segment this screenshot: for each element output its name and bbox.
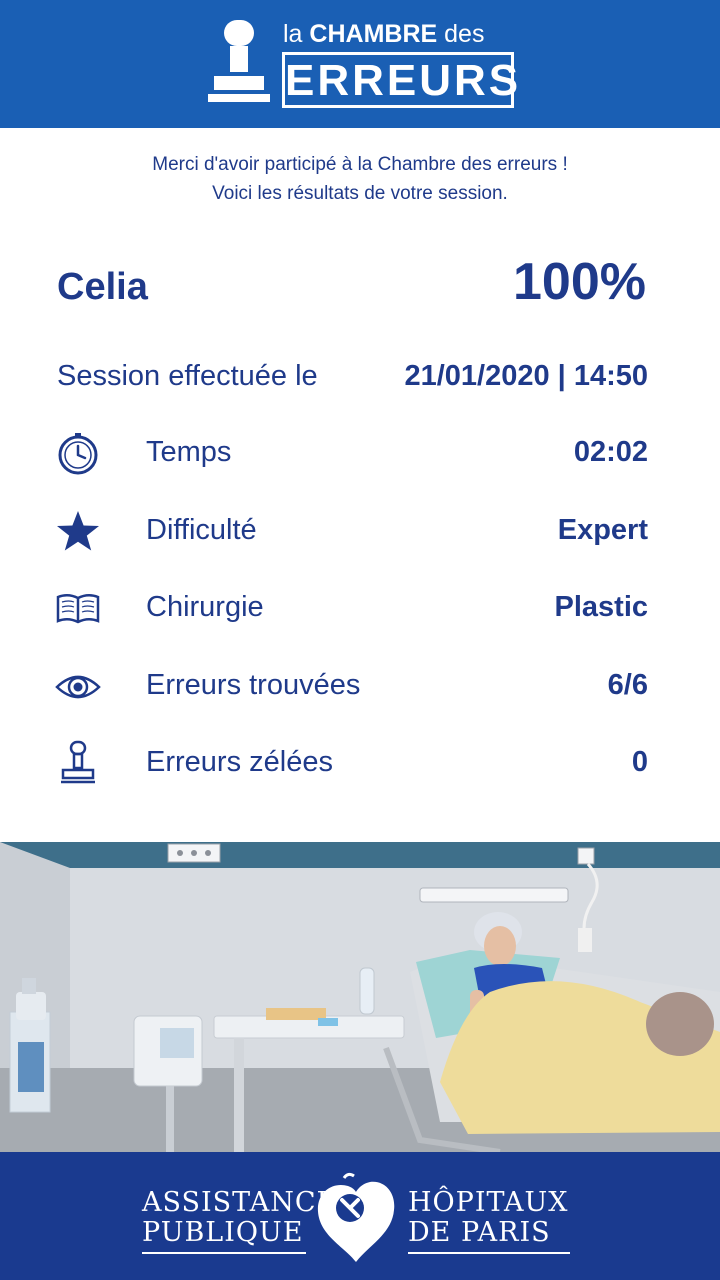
session-date: 21/01/2020 | 14:50	[404, 360, 648, 392]
footer-right-line2: DE PARIS	[408, 1217, 551, 1248]
footer-aphp: ASSISTANCE PUBLIQUE HÔPITAUX DE PARIS	[0, 1152, 720, 1280]
title-suffix: des	[444, 20, 485, 48]
stat-label-difficulty: Difficulté	[146, 514, 257, 546]
intro-line1: Merci d'avoir participé à la Chambre des…	[152, 154, 568, 175]
aphp-logo-icon	[317, 1172, 395, 1262]
stat-label-time: Temps	[146, 436, 232, 468]
stamp-icon	[61, 740, 95, 784]
app-header: la CHAMBRE des ERREURS	[0, 0, 720, 128]
footer-left-line2: PUBLIQUE	[142, 1217, 304, 1248]
clock-icon	[58, 433, 98, 475]
title-main: CHAMBRE	[309, 20, 438, 48]
stamp-logo-icon	[208, 20, 270, 102]
intro-line2: Voici les résultats de votre session.	[212, 183, 508, 204]
stat-value-zealous-errors: 0	[631, 746, 648, 778]
stat-row-errors-found: Erreurs trouvées 6/6	[0, 661, 720, 711]
footer-right-text: HÔPITAUX DE PARIS	[408, 1188, 569, 1248]
footer-left-text: ASSISTANCE PUBLIQUE	[142, 1188, 337, 1248]
intro-text: Merci d'avoir participé à la Chambre des…	[0, 150, 720, 208]
footer-left-line1: ASSISTANCE	[142, 1187, 338, 1218]
footer-right-line1: HÔPITAUX	[408, 1187, 569, 1218]
stat-label-zealous-errors: Erreurs zélées	[146, 746, 333, 778]
stat-row-time: Temps 02:02	[0, 428, 720, 478]
stat-value-errors-found: 6/6	[607, 669, 648, 701]
stat-value-difficulty: Expert	[557, 514, 648, 546]
title-big: ERREURS	[285, 56, 522, 105]
star-icon	[57, 511, 99, 551]
title-prefix: la	[283, 20, 303, 48]
footer-underline-right	[408, 1252, 570, 1254]
app-title-line1: la CHAMBRE des	[283, 20, 484, 49]
eye-icon	[55, 675, 101, 699]
stat-value-surgery: Plastic	[554, 591, 649, 623]
stat-row-surgery: Chirurgie Plastic	[0, 583, 720, 633]
session-label: Session effectuée le	[57, 360, 318, 392]
title-big-frame: ERREURS	[282, 52, 522, 108]
stat-label-surgery: Chirurgie	[146, 591, 264, 623]
score-value: 100%	[513, 253, 646, 311]
book-icon	[56, 594, 100, 624]
player-name: Celia	[57, 266, 148, 308]
stat-row-difficulty: Difficulté Expert	[0, 506, 720, 556]
stat-row-zealous-errors: Erreurs zélées 0	[0, 738, 720, 788]
stat-label-errors-found: Erreurs trouvées	[146, 669, 361, 701]
footer-underline-left	[142, 1252, 306, 1254]
stat-value-time: 02:02	[573, 436, 648, 468]
hospital-room-scene	[0, 842, 720, 1152]
hospital-room-illustration	[0, 842, 720, 1152]
